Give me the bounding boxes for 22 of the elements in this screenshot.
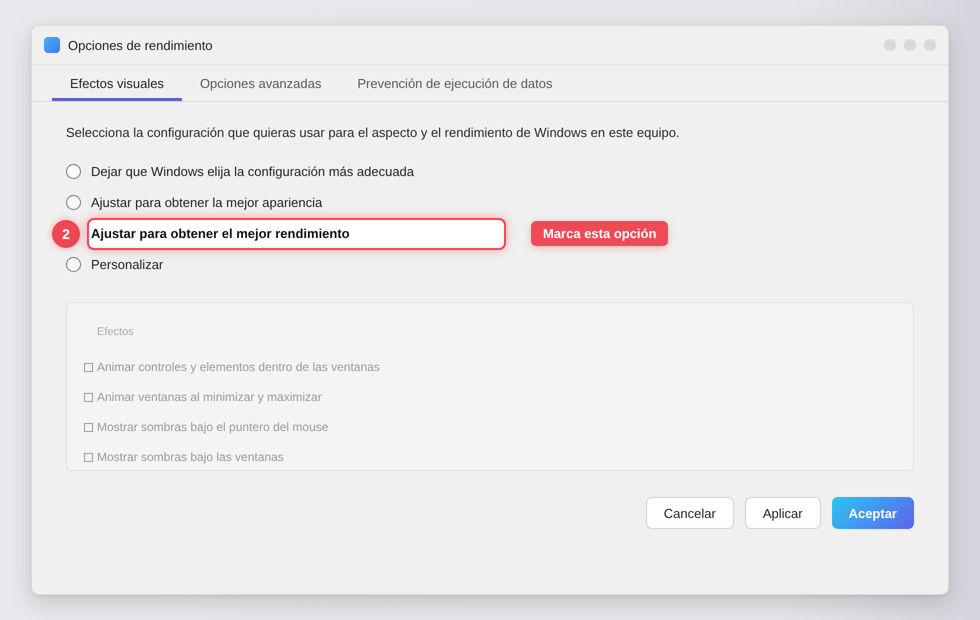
option-label[interactable]: Personalizar: [91, 257, 164, 272]
callout-label: Marca esta opción: [531, 221, 668, 246]
effects-title: Efectos: [96, 325, 135, 340]
description-text: Selecciona la configuración que quieras usar para el aspecto y el rendimiento de Windows en este equipo.: [66, 124, 681, 142]
dialog-button[interactable]: Cancelar: [646, 497, 734, 529]
option-label[interactable]: Dejar que Windows elija la configuración más adecuada: [91, 164, 414, 179]
radio-button[interactable]: [66, 257, 81, 272]
effect-label: Mostrar sombras bajo el puntero del mouse: [97, 420, 328, 434]
effect-label: Mostrar sombras bajo las ventanas: [97, 450, 284, 464]
option-label[interactable]: Ajustar para obtener la mejor apariencia: [91, 195, 322, 210]
tab[interactable]: Opciones avanzadas: [182, 65, 340, 101]
radio-button[interactable]: [66, 164, 81, 179]
dialog-button[interactable]: Aplicar: [744, 497, 821, 529]
window-title: Opciones de rendimiento: [68, 38, 214, 52]
effect-label: Animar ventanas al minimizar y maximizar: [97, 390, 322, 404]
highlighted-option-label[interactable]: Ajustar para obtener el mejor rendimiento: [87, 218, 506, 250]
app-icon: [44, 37, 60, 53]
step-badge: 2: [52, 220, 80, 248]
tab[interactable]: Efectos visuales: [52, 65, 182, 101]
tab[interactable]: Prevención de ejecución de datos: [339, 65, 570, 101]
effect-label: Animar controles y elementos dentro de las ventanas: [97, 360, 380, 374]
radio-button[interactable]: [66, 195, 81, 210]
